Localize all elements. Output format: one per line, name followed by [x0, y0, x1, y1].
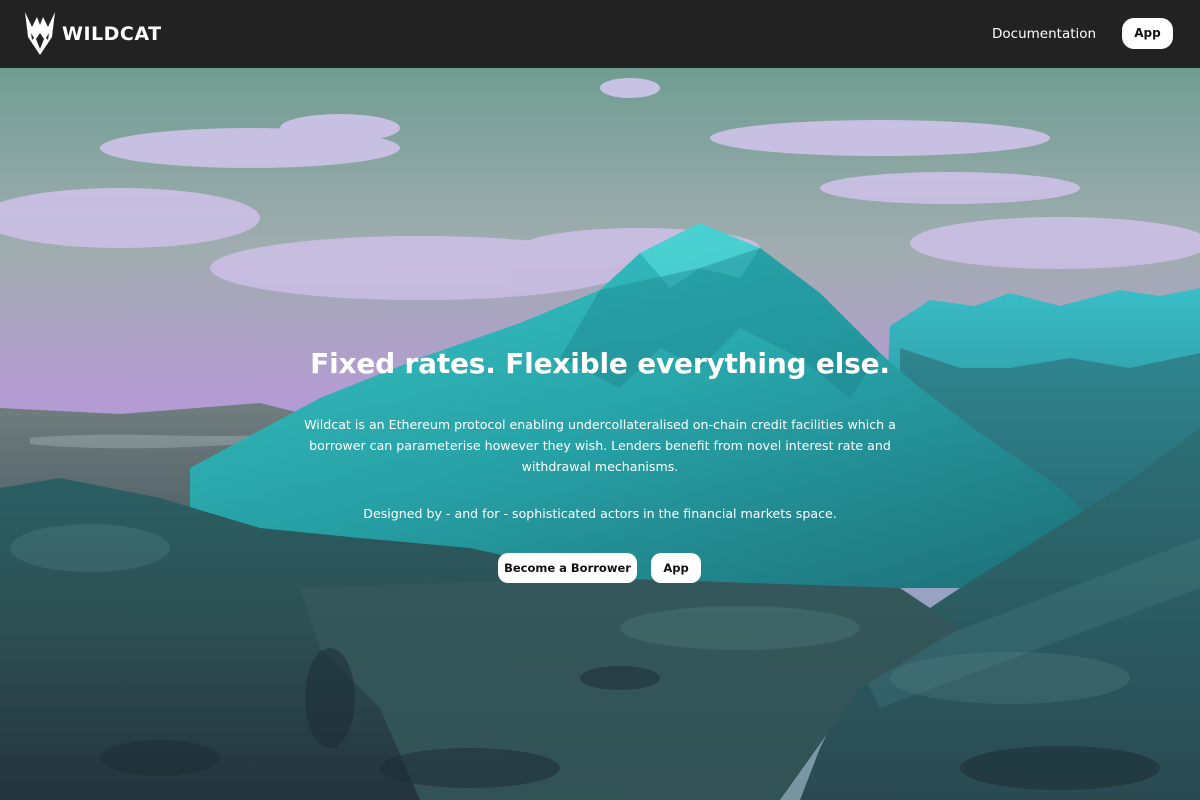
wildcat-logo-icon [25, 12, 55, 55]
documentation-link[interactable]: Documentation [992, 22, 1096, 46]
brand-name: WILDCAT [62, 23, 162, 45]
hero-section: Fixed rates. Flexible everything else. W… [0, 68, 1200, 800]
app-button-nav[interactable]: App [1122, 18, 1173, 49]
hero-content: Fixed rates. Flexible everything else. W… [0, 68, 1200, 800]
brand[interactable]: WILDCAT [24, 11, 162, 57]
hero-tagline: Designed by - and for - sophisticated ac… [363, 506, 837, 521]
hero-description: Wildcat is an Ethereum protocol enabling… [304, 417, 896, 474]
hero-headline: Fixed rates. Flexible everything else. [310, 347, 890, 380]
become-borrower-button[interactable]: Become a Borrower [498, 553, 637, 583]
top-navbar: WILDCAT Documentation App [0, 0, 1200, 68]
app-button-hero[interactable]: App [651, 553, 701, 583]
page: WILDCAT Documentation App Fixed rates. F… [0, 0, 1200, 800]
